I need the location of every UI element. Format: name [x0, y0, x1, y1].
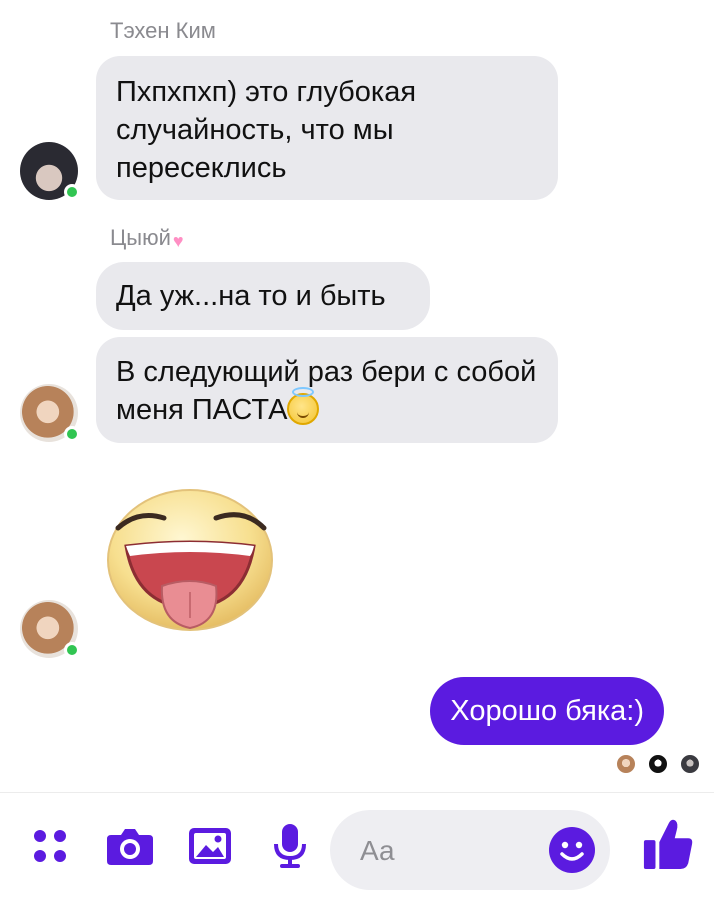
smiley-icon[interactable]: [548, 826, 596, 874]
thumbs-up-icon[interactable]: [642, 818, 694, 870]
incoming-message-bubble[interactable]: В следующий раз бери с собой меня ПАСТА: [96, 337, 558, 443]
sender-name-taehyung: Тэхен Ким: [110, 18, 216, 43]
avatar-taehyung[interactable]: [20, 142, 80, 200]
incoming-message-bubble[interactable]: Да уж...на то и быть: [96, 262, 430, 330]
seen-avatar: [679, 753, 701, 775]
message-text: Хорошо бяка:): [450, 695, 644, 727]
seen-avatar: [647, 753, 669, 775]
tongue-out-laughing-sticker[interactable]: [104, 488, 276, 636]
message-composer[interactable]: [330, 810, 610, 890]
message-text: В следующий раз бери с собой меня ПАСТА: [116, 356, 537, 426]
seen-avatar: [615, 753, 637, 775]
message-input[interactable]: [358, 830, 532, 872]
composer-divider: [0, 792, 714, 793]
incoming-message-bubble[interactable]: Пхпхпхп) это глубокая случайность, что м…: [96, 56, 558, 200]
online-status-dot: [64, 426, 80, 442]
online-status-dot: [64, 642, 80, 658]
outgoing-message-bubble[interactable]: Хорошо бяка:): [430, 677, 664, 745]
online-status-dot: [64, 184, 80, 200]
avatar-tsyuy[interactable]: [20, 600, 80, 658]
microphone-icon[interactable]: [264, 820, 316, 872]
sticker-image: [107, 489, 273, 631]
pink-heart-icon: ♥: [172, 231, 184, 251]
message-text: Пхпхпхп) это глубокая случайность, что м…: [116, 76, 417, 184]
sender-name-text: Цыюй: [110, 225, 171, 250]
camera-icon[interactable]: [104, 820, 156, 872]
four-dots-icon[interactable]: [24, 820, 76, 872]
sender-name-tsyuy: Цыюй ♥: [110, 225, 184, 252]
message-text: Да уж...на то и быть: [116, 280, 386, 312]
avatar-tsyuy[interactable]: [20, 384, 80, 442]
image-icon[interactable]: [184, 820, 236, 872]
halo-smiley-emoji-icon: [287, 387, 320, 425]
